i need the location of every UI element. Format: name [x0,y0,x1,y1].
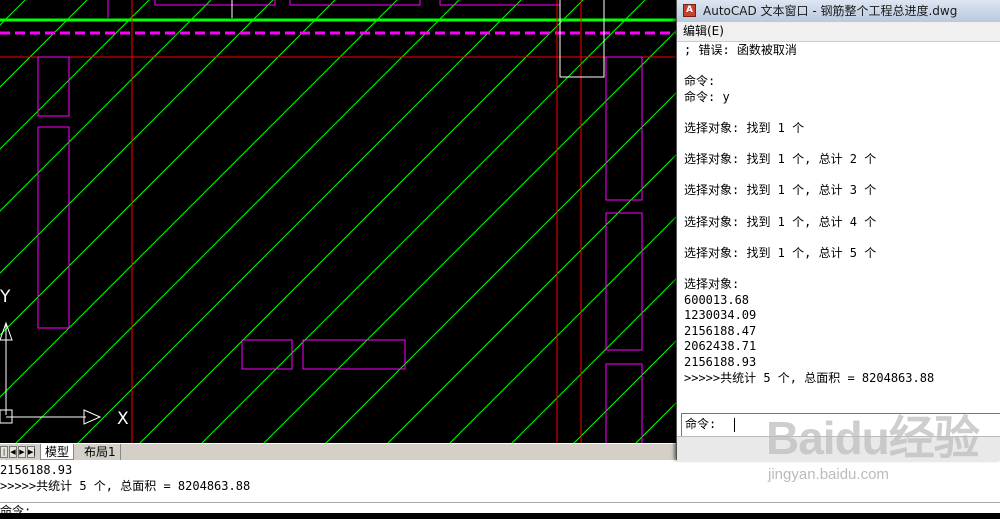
right-column-lower [605,363,643,445]
text-window-bottom-strip [677,436,1000,461]
prev-tab-button[interactable]: ◀ [9,446,17,458]
command-line-divider [0,502,1000,503]
menu-edit[interactable]: 编辑(E) [683,22,724,41]
command-prompt[interactable]: 命令: [0,504,31,519]
text-window-title: AutoCAD 文本窗口 - 钢筋整个工程总进度.dwg [703,4,958,18]
hatch-line [0,0,274,274]
history-line: 命令: [684,74,716,89]
hatch-line [0,0,212,212]
history-line: 1230034.09 [684,308,757,323]
text-window: A AutoCAD 文本窗口 - 钢筋整个工程总进度.dwg 编辑(E) ; 错… [676,0,1000,461]
history-line: 选择对象: 找到 1 个, 总计 4 个 [684,214,877,229]
history-line: 2156188.47 [684,323,757,338]
command-prompt-label: 命令: [685,417,717,431]
history-line: 600013.68 [684,292,750,307]
layout-tab-bar: |◀ ◀ ▶ ▶| 模型 布局1 [0,443,680,466]
text-window-command-input[interactable]: 命令: [681,413,1000,436]
hatch-line [0,0,88,88]
history-line: 选择对象: 找到 1 个, 总计 3 个 [684,183,877,198]
history-line: 选择对象: 找到 1 个, 总计 2 个 [684,152,877,167]
history-line: >>>>>共统计 5 个, 总面积 = 8204863.88 [684,370,935,385]
right-column-upper [605,56,643,201]
history-line: 选择对象: [684,277,740,291]
top-rect-2 [289,0,421,6]
hatch-line [75,0,522,445]
history-line: 选择对象: 找到 1 个, 总计 5 个 [684,245,877,260]
first-tab-button[interactable]: |◀ [0,446,8,466]
text-window-titlebar[interactable]: A AutoCAD 文本窗口 - 钢筋整个工程总进度.dwg [677,0,1000,23]
last-tab-button[interactable]: ▶| [27,446,36,458]
hatch-line [137,0,584,445]
autocad-icon: A [683,4,696,17]
text-cursor [734,418,735,432]
history-line: 命令: y [684,89,730,104]
history-line: 选择对象: 找到 1 个 [684,121,805,135]
hatch-line [0,0,26,26]
left-column-upper [37,56,70,117]
tab-model[interactable]: 模型 [40,444,75,460]
command-history-line: >>>>>共统计 5 个, 总面积 = 8204863.88 [0,479,251,493]
hatch-line [261,0,708,445]
hatch-line [0,0,398,398]
ucs-x-label: X [117,409,129,429]
command-history-line: 2156188.93 [0,463,73,477]
hatch-line [199,0,646,445]
text-window-menubar: 编辑(E) [677,22,1000,42]
hatch-line [0,0,150,150]
ucs-y-label: Y [0,287,11,307]
command-line-area[interactable]: 2156188.93 >>>>>共统计 5 个, 总面积 = 8204863.8… [0,460,1000,518]
beam-rect-2 [302,339,406,370]
text-window-history[interactable]: ; 错误: 函数被取消 命令: 命令: y 选择对象: 找到 1 个选择对象: 找到 … [677,41,1000,413]
beam-rect-1 [241,339,293,370]
top-rect-1 [154,0,276,6]
history-line: ; 错误: 函数被取消 [684,43,797,57]
white-column-outline [559,0,605,78]
hatch-line [13,0,460,445]
tab-layout1[interactable]: 布局1 [80,444,121,460]
history-line: 2062438.71 [684,339,757,354]
next-tab-button[interactable]: ▶ [18,446,26,458]
history-line: 2156188.93 [684,355,757,369]
